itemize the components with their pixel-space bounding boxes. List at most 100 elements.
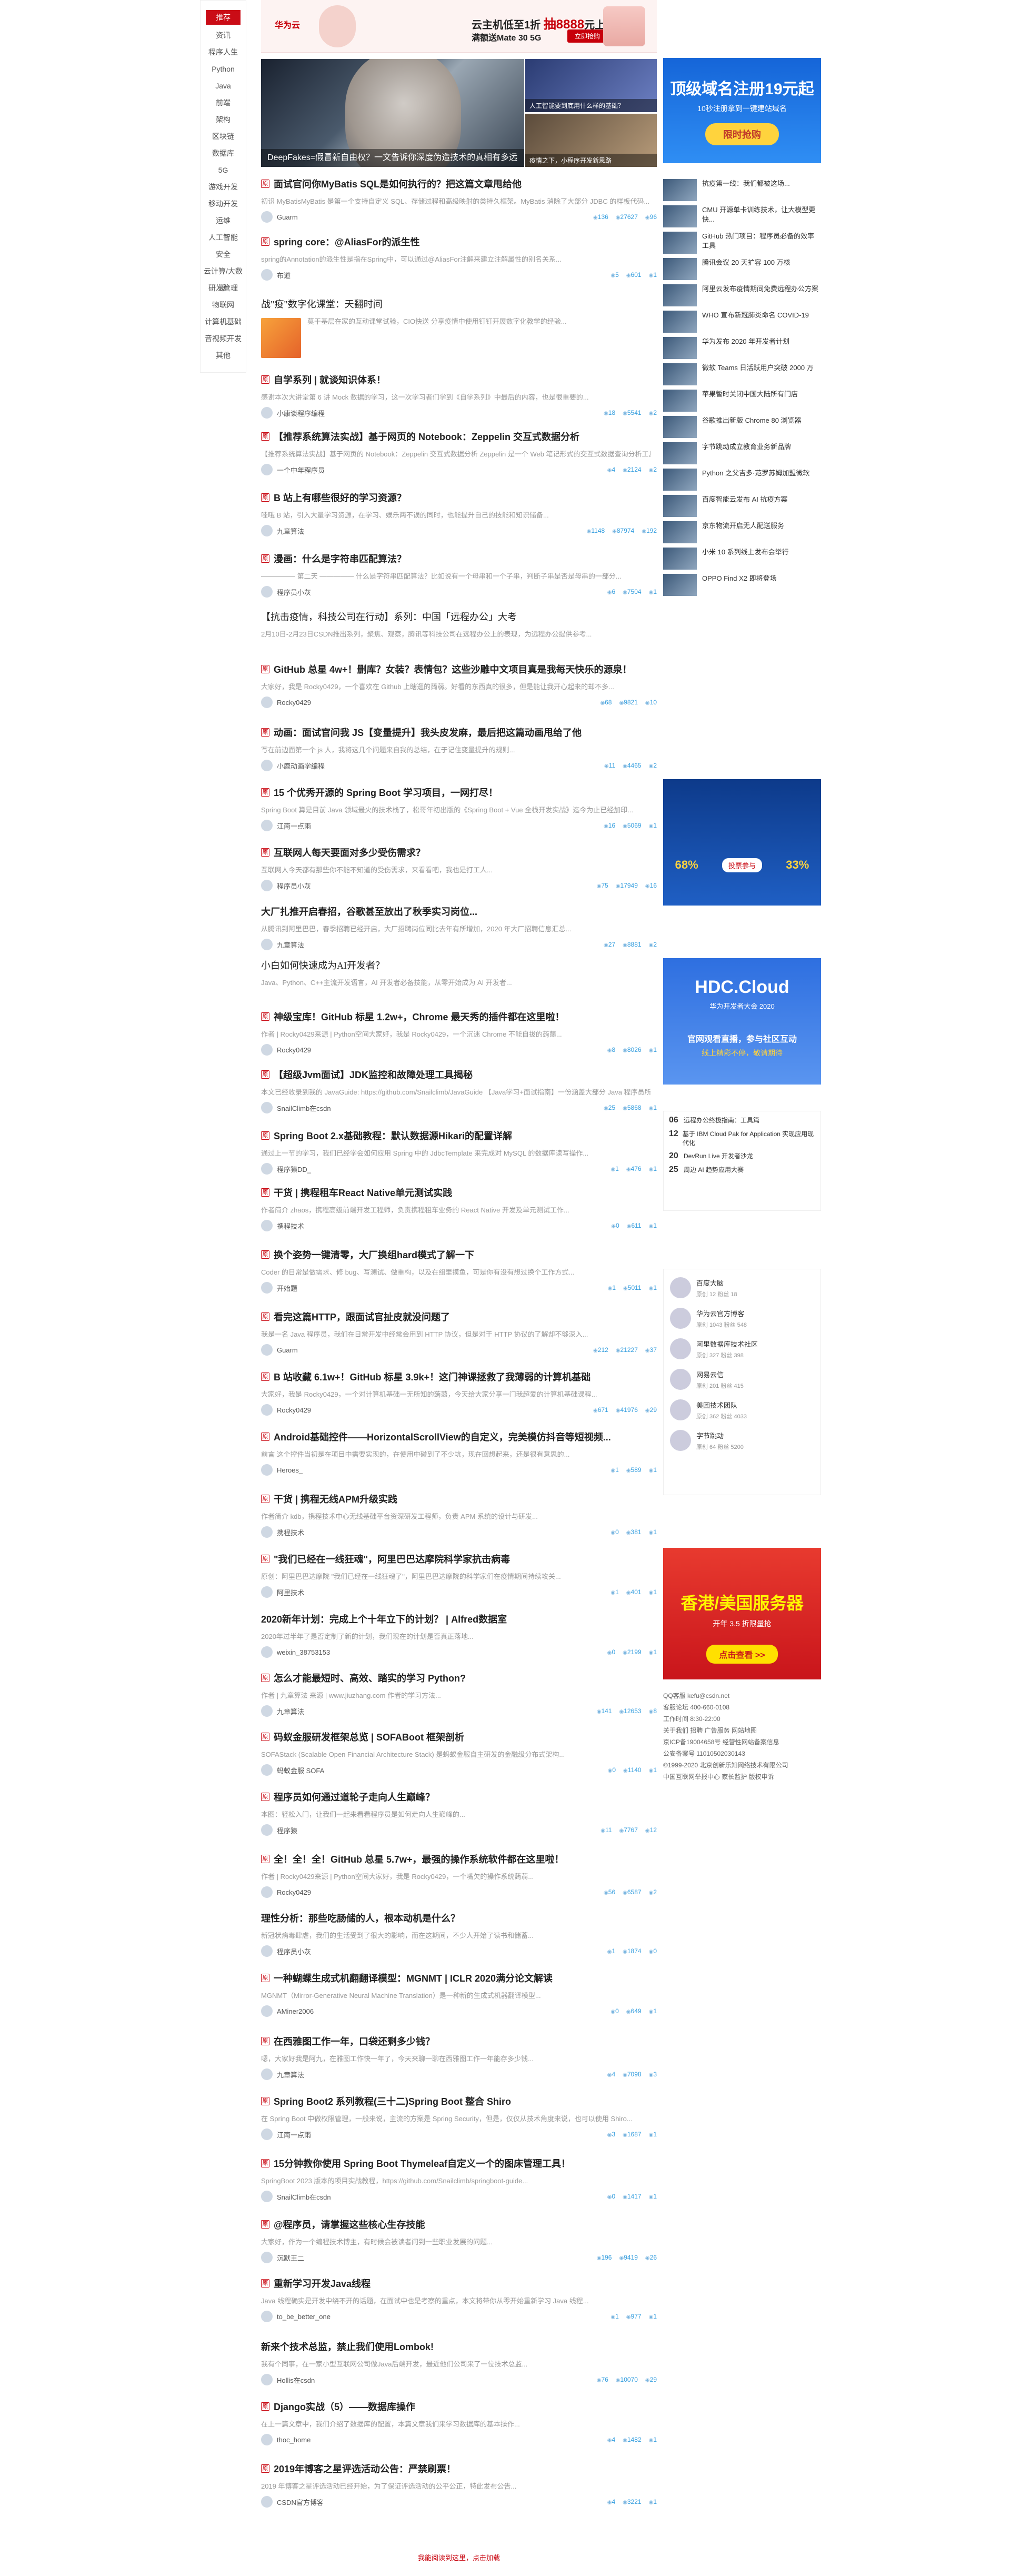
carousel-side-1[interactable]: 人工智能要到底用什么样的基础？ bbox=[525, 59, 657, 112]
news-item[interactable]: 抗疫第一线：我们都被这场... bbox=[663, 179, 821, 203]
article-title[interactable]: 重新学习开发Java线程 bbox=[274, 2276, 371, 2290]
blog-item[interactable]: 华为云官方博客 原创 1043 粉丝 548 bbox=[670, 1306, 814, 1330]
author-name[interactable]: 携程技术 bbox=[277, 1527, 304, 1537]
author-name[interactable]: Guarm bbox=[277, 1346, 298, 1354]
article-item[interactable]: 原干货 | 携程租车React Native单元测试实践 作者简介 zhaos，携… bbox=[261, 1186, 657, 1231]
news-item[interactable]: 百度智能云发布 AI 抗疫方案 bbox=[663, 495, 821, 519]
author-avatar[interactable] bbox=[261, 1764, 273, 1776]
author-avatar[interactable] bbox=[261, 1344, 273, 1356]
nav-item[interactable]: 安全 bbox=[201, 246, 246, 263]
author-name[interactable]: 程序员小灰 bbox=[277, 1946, 311, 1956]
article-title[interactable]: 互联网人每天要面对多少受伤需求？ bbox=[274, 846, 425, 859]
article-title[interactable]: 15分钟教你使用 Spring Boot Thymeleaf自定义一个的图床管理… bbox=[274, 2156, 570, 2170]
comments-count[interactable]: 1 bbox=[649, 822, 657, 829]
domain-ad-button[interactable]: 限时抢购 bbox=[705, 123, 779, 145]
nav-item[interactable]: 游戏开发 bbox=[201, 178, 246, 195]
author-name[interactable]: 一个中年程序员 bbox=[277, 465, 325, 475]
news-item[interactable]: 字节跳动成立教育业务新品牌 bbox=[663, 442, 821, 466]
news-item[interactable]: Python 之父吉多·范罗苏姆加盟微软 bbox=[663, 469, 821, 493]
comments-count[interactable]: 1 bbox=[649, 2498, 657, 2505]
nav-item[interactable]: 音视频开发 bbox=[201, 330, 246, 347]
comments-count[interactable]: 96 bbox=[645, 213, 657, 221]
author-name[interactable]: AMiner2006 bbox=[277, 2007, 314, 2015]
nav-item[interactable]: 人工智能 bbox=[201, 229, 246, 246]
article-item[interactable]: 大厂扎推开启春招，谷歌甚至放出了秋季实习岗位... 从腾讯到阿里巴巴，春季招聘已经… bbox=[261, 904, 657, 950]
nav-item[interactable]: 物联网 bbox=[201, 296, 246, 313]
author-avatar[interactable] bbox=[261, 760, 273, 771]
comments-count[interactable]: 192 bbox=[642, 527, 657, 534]
article-item[interactable]: 原 Django实战（5）——数据库操作 在上一篇文章中，我们介绍了数据库的配置，本… bbox=[261, 2400, 657, 2445]
author-avatar[interactable] bbox=[261, 2129, 273, 2140]
comments-count[interactable]: 2 bbox=[649, 466, 657, 473]
article-title[interactable]: 看完这篇HTTP，跟面试官扯皮就没问题了 bbox=[274, 1310, 450, 1324]
nav-item[interactable]: 推荐 bbox=[206, 10, 241, 25]
author-name[interactable]: 阿里技术 bbox=[277, 1587, 304, 1597]
comments-count[interactable]: 1 bbox=[649, 1528, 657, 1536]
load-more-link[interactable]: 我能阅读到这里，点击加载 bbox=[261, 2552, 657, 2562]
author-name[interactable]: CSDN官方博客 bbox=[277, 2497, 324, 2507]
author-name[interactable]: thoc_home bbox=[277, 2436, 311, 2444]
article-title[interactable]: 面试官问你MyBatis SQL是如何执行的？把这篇文章甩给他 bbox=[274, 177, 522, 191]
nav-item[interactable]: 区块链 bbox=[201, 128, 246, 145]
nav-item[interactable]: 5G bbox=[201, 162, 246, 178]
article-title[interactable]: B 站上有哪些很好的学习资源？ bbox=[274, 491, 406, 504]
article-title[interactable]: 一种蝴蝶生成式机翻翻译模型：MGNMT | ICLR 2020满分论文解读 bbox=[274, 1971, 553, 1985]
server-ad-button[interactable]: 点击查看 >> bbox=[706, 1645, 778, 1664]
author-avatar[interactable] bbox=[261, 1102, 273, 1113]
comments-count[interactable]: 2 bbox=[649, 1888, 657, 1896]
nav-item[interactable]: 程序人生 bbox=[201, 44, 246, 61]
article-title[interactable]: 小白如何快速成为AI开发者？ bbox=[261, 958, 385, 972]
nav-item[interactable]: 其他 bbox=[201, 347, 246, 364]
article-item[interactable]: 原动画：面试官问我 JS【变量提升】我头皮发麻，最后把这篇动画甩给了他 写在前边面… bbox=[261, 725, 657, 771]
comments-count[interactable]: 1 bbox=[649, 2131, 657, 2138]
hdc-ad[interactable]: HDC.Cloud 华为开发者大会 2020 官网观看直播，参与社区互动 线上精… bbox=[663, 958, 821, 1085]
article-title[interactable]: 程序员如何通过道轮子走向人生巅峰？ bbox=[274, 1790, 435, 1804]
author-name[interactable]: 程序猿 bbox=[277, 1825, 297, 1835]
author-avatar[interactable] bbox=[261, 939, 273, 950]
article-title[interactable]: 在西雅图工作一年，口袋还剩多少钱？ bbox=[274, 2034, 435, 2048]
vote-button[interactable]: 投票参与 bbox=[722, 858, 762, 872]
comments-count[interactable]: 10 bbox=[645, 699, 657, 706]
news-item[interactable]: CMU 开源单卡训练技术，让大模型更快... bbox=[663, 205, 821, 230]
carousel-main-slide[interactable]: DeepFakes=假冒新自由权？一文告诉你深度伪造技术的真相有多远 bbox=[261, 59, 524, 167]
author-avatar[interactable] bbox=[261, 2005, 273, 2017]
article-item[interactable]: 原怎么才能最短时、高效、踏实的学习 Python? 作者 | 九章算法 来源 | … bbox=[261, 1671, 657, 1717]
nav-item[interactable]: 运维 bbox=[201, 212, 246, 229]
nav-item[interactable]: 研发管理 bbox=[201, 280, 246, 296]
article-title[interactable]: 15 个优秀开源的 Spring Boot 学习项目，一网打尽！ bbox=[274, 785, 498, 799]
article-item[interactable]: 原互联网人每天要面对多少受伤需求？ 互联网人今天都有那些你不能不知道的受伤需求，来… bbox=[261, 846, 657, 891]
nav-item[interactable]: 资讯 bbox=[201, 27, 246, 44]
author-avatar[interactable] bbox=[261, 1220, 273, 1231]
article-title[interactable]: 怎么才能最短时、高效、踏实的学习 Python? bbox=[274, 1671, 466, 1685]
article-item[interactable]: 原码蚁金服研发框架总览 | SOFABoot 框架剖析 SOFAStack (Sc… bbox=[261, 1730, 657, 1776]
author-name[interactable]: Rocky0429 bbox=[277, 1888, 311, 1896]
author-name[interactable]: 江南一点雨 bbox=[277, 821, 311, 831]
news-item[interactable]: GitHub 热门项目：程序员必备的效率工具 bbox=[663, 232, 821, 256]
article-item[interactable]: 【抗击疫情，科技公司在行动】系列：中国「远程办公」大考 2月10日-2月23日CS… bbox=[261, 610, 657, 639]
comments-count[interactable]: 1 bbox=[649, 2313, 657, 2320]
author-name[interactable]: SnailClimb在csdn bbox=[277, 1103, 331, 1113]
author-name[interactable]: Rocky0429 bbox=[277, 1406, 311, 1414]
author-avatar[interactable] bbox=[261, 2374, 273, 2385]
article-item[interactable]: 原 15分钟教你使用 Spring Boot Thymeleaf自定义一个的图床管… bbox=[261, 2156, 657, 2202]
comments-count[interactable]: 3 bbox=[649, 2071, 657, 2078]
author-name[interactable]: 布道 bbox=[277, 270, 291, 280]
article-title[interactable]: 动画：面试官问我 JS【变量提升】我头皮发麻，最后把这篇动画甩给了他 bbox=[274, 725, 582, 739]
blog-item[interactable]: 百度大脑 原创 12 粉丝 18 bbox=[670, 1276, 814, 1300]
author-avatar[interactable] bbox=[261, 2068, 273, 2080]
article-title[interactable]: 大厂扎推开启春招，谷歌甚至放出了秋季实习岗位... bbox=[261, 904, 477, 918]
author-name[interactable]: weixin_38753153 bbox=[277, 1648, 330, 1656]
article-item[interactable]: 原【推荐系统算法实战】基于网页的 Notebook：Zeppelin 交互式数据… bbox=[261, 430, 657, 475]
article-item[interactable]: 战"疫"数字化课堂：天翻时间 莫干基层在家的互动课堂试验，CIO快送 分享疫情中使… bbox=[261, 297, 657, 358]
news-item[interactable]: 谷歌推出新版 Chrome 80 浏览器 bbox=[663, 416, 821, 440]
author-name[interactable]: SnailClimb在csdn bbox=[277, 2192, 331, 2202]
author-avatar[interactable] bbox=[261, 2191, 273, 2202]
comments-count[interactable]: 29 bbox=[645, 2376, 657, 2383]
article-item[interactable]: 原在西雅图工作一年，口袋还剩多少钱？ 嗯，大家好我是阿九，在雅图工作快一年了，今天… bbox=[261, 2034, 657, 2080]
server-ad[interactable]: 香港/美国服务器 开年 3.5 折限量抢 点击查看 >> bbox=[663, 1548, 821, 1679]
author-avatar[interactable] bbox=[261, 1404, 273, 1416]
comments-count[interactable]: 12 bbox=[645, 1826, 657, 1834]
article-title[interactable]: 全！全！全！GitHub 总星 5.7w+，最强的操作系统软件都在这里啦！ bbox=[274, 1852, 564, 1866]
author-avatar[interactable] bbox=[261, 269, 273, 281]
nav-item[interactable]: Java bbox=[201, 77, 246, 94]
